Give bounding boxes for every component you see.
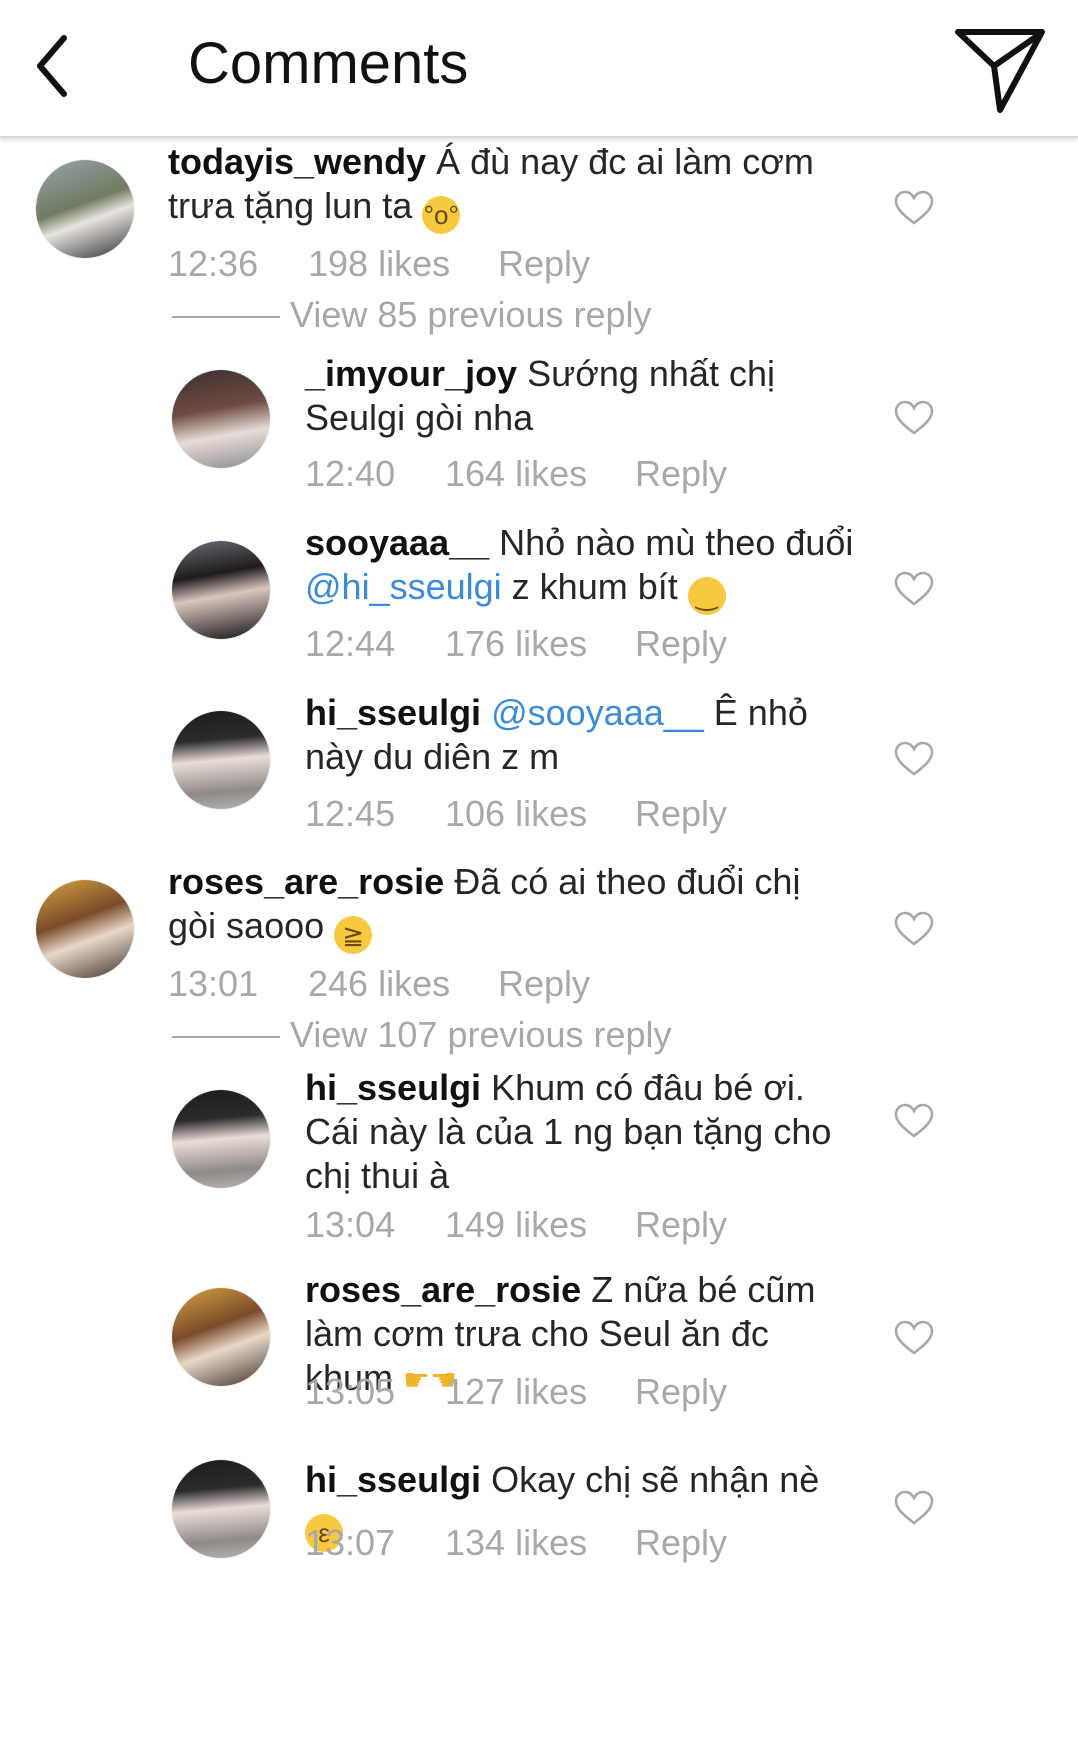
heart-icon[interactable]: [894, 1103, 934, 1139]
comment-text: hi_sseulgi Khum có đâu bé ơi. Cái này là…: [305, 1066, 865, 1198]
reply-button[interactable]: Reply: [635, 453, 727, 495]
comment-time: 13:07: [305, 1522, 396, 1563]
username[interactable]: _imyour_joy: [305, 353, 517, 394]
paper-plane-icon: [955, 29, 1045, 113]
heart-icon[interactable]: [894, 571, 934, 607]
mention-link[interactable]: @hi_sseulgi: [305, 566, 502, 607]
like-count[interactable]: 134 likes: [445, 1522, 587, 1564]
heart-icon[interactable]: [894, 911, 934, 947]
reply-button[interactable]: Reply: [635, 1371, 727, 1413]
comment-body: Okay chị sẽ nhận nè: [491, 1459, 820, 1500]
comment-time: 13:05: [305, 1371, 396, 1412]
astonished-face-icon: °o°: [422, 196, 461, 234]
reply-button[interactable]: Reply: [498, 243, 590, 285]
page-title: Comments: [188, 31, 469, 96]
username[interactable]: roses_are_rosie: [168, 861, 444, 902]
like-count[interactable]: 164 likes: [445, 453, 587, 495]
comment-time: 12:45: [305, 793, 396, 834]
comment-time: 12:36: [168, 243, 259, 284]
comment-time: 13:01: [168, 963, 259, 1004]
reply-button[interactable]: Reply: [635, 1522, 727, 1564]
avatar[interactable]: [172, 1288, 270, 1386]
like-count[interactable]: 106 likes: [445, 793, 587, 835]
comment-body-continued: z khum bít: [511, 566, 678, 607]
comment-text: todayis_wendy Á đù nay đc ai làm cơm trư…: [168, 140, 858, 234]
view-previous-label[interactable]: View 85 previous reply: [290, 294, 652, 336]
reply-button[interactable]: Reply: [635, 793, 727, 835]
heart-icon[interactable]: [894, 741, 934, 777]
heart-icon[interactable]: [894, 1320, 934, 1356]
comment-time: 13:04: [305, 1204, 396, 1245]
heart-icon[interactable]: [894, 190, 934, 226]
avatar[interactable]: [36, 160, 134, 258]
like-count[interactable]: 246 likes: [308, 963, 450, 1005]
comment-time: 12:40: [305, 453, 396, 494]
avatar[interactable]: [36, 880, 134, 978]
comment-text: roses_are_rosie Đã có ai theo đuổi chị g…: [168, 860, 858, 954]
reply-button[interactable]: Reply: [635, 623, 727, 665]
like-count[interactable]: 198 likes: [308, 243, 450, 285]
comment-text: _imyour_joy Sướng nhất chị Seulgi gòi nh…: [305, 352, 865, 440]
comment-text: hi_sseulgi @sooyaaa__ Ê nhỏ này du diên …: [305, 691, 865, 779]
avatar[interactable]: [172, 541, 270, 639]
username[interactable]: sooyaaa__: [305, 522, 489, 563]
avatar[interactable]: [172, 1460, 270, 1558]
reply-button[interactable]: Reply: [635, 1204, 727, 1246]
username[interactable]: todayis_wendy: [168, 141, 426, 182]
like-count[interactable]: 176 likes: [445, 623, 587, 665]
avatar[interactable]: [172, 1090, 270, 1188]
username[interactable]: hi_sseulgi: [305, 1067, 481, 1108]
username[interactable]: roses_are_rosie: [305, 1269, 581, 1310]
username[interactable]: hi_sseulgi: [305, 692, 481, 733]
reply-button[interactable]: Reply: [498, 963, 590, 1005]
divider-line: [172, 1036, 280, 1038]
mention-link[interactable]: @sooyaaa__: [491, 692, 704, 733]
avatar[interactable]: [172, 711, 270, 809]
loudly-crying-face-icon: ≧: [334, 916, 373, 954]
like-count[interactable]: 149 likes: [445, 1204, 587, 1246]
divider-line: [172, 316, 280, 318]
top-bar: Comments: [0, 0, 1078, 138]
comment-body: Nhỏ nào mù theo đuổi: [499, 522, 854, 563]
back-button[interactable]: [30, 26, 100, 106]
heart-icon[interactable]: [894, 400, 934, 436]
username[interactable]: hi_sseulgi: [305, 1459, 481, 1500]
comment-text: sooyaaa__ Nhỏ nào mù theo đuổi @hi_sseul…: [305, 521, 865, 615]
heart-icon[interactable]: [894, 1490, 934, 1526]
like-count[interactable]: 127 likes: [445, 1371, 587, 1413]
comment-time: 12:44: [305, 623, 396, 664]
chevron-left-icon: [37, 35, 67, 97]
direct-message-button[interactable]: [950, 18, 1050, 118]
smirking-face-icon: ‿: [687, 577, 726, 615]
view-previous-label[interactable]: View 107 previous reply: [290, 1014, 672, 1056]
avatar[interactable]: [172, 370, 270, 468]
